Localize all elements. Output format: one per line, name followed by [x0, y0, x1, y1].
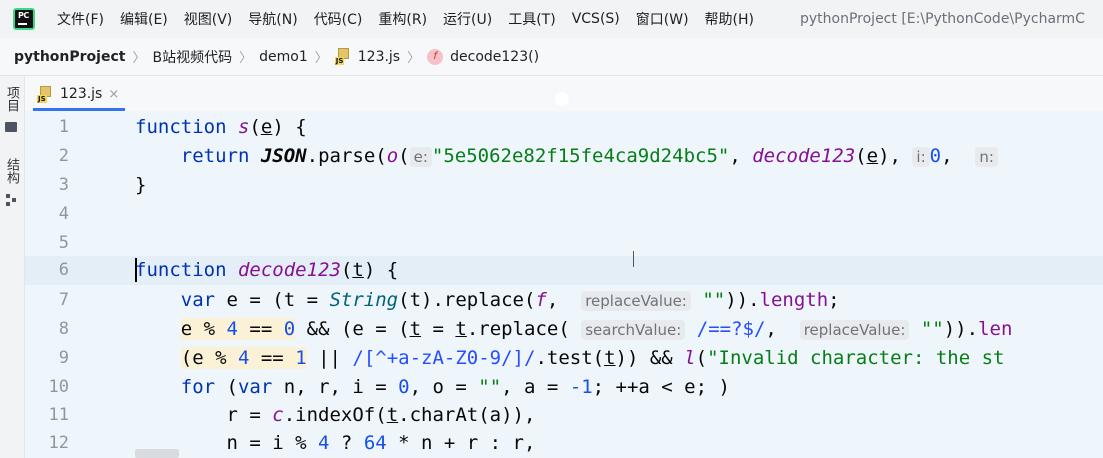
line-number: 5	[58, 233, 69, 253]
line-number: 6	[58, 260, 69, 280]
folder-icon	[5, 122, 17, 133]
line-number: 10	[48, 377, 69, 397]
line-number: 1	[58, 117, 69, 137]
code-text: for (var n, r, i = 0, o = "", a = -1; ++…	[180, 376, 730, 398]
chevron-right-icon: 〉	[132, 51, 146, 66]
menu-view[interactable]: 视图(V)	[184, 9, 233, 29]
menu-refactor[interactable]: 重构(R)	[378, 9, 427, 29]
line-number: 2	[58, 146, 69, 166]
menu-help[interactable]: 帮助(H)	[705, 9, 754, 29]
structure-tool-button[interactable]: 结构	[3, 158, 21, 207]
code-line: 8 e % 4 == 0 && (e = (t = t.replace( sea…	[25, 315, 1103, 344]
code-text: r = c.indexOf(t.charAt(a)),	[135, 404, 536, 426]
code-line: 3 }	[25, 171, 1103, 200]
code-line-current: 6 function decode123(t) {	[25, 256, 1103, 285]
js-file-icon: JS	[334, 48, 352, 65]
code-text: return JSON.parse(o(e: "5e5062e82f15fe4ca…	[135, 145, 998, 167]
code-editor[interactable]: 1 function s(e) { 2 return JSON.parse(o(…	[25, 111, 1103, 458]
breadcrumb: pythonProject 〉 B站视频代码 〉 demo1 〉 JS 123.…	[0, 38, 1103, 76]
menu-window[interactable]: 窗口(W)	[636, 9, 689, 29]
line-number: 8	[58, 319, 69, 339]
code-text: function decode123(t) {	[135, 259, 399, 281]
code-line: 5	[25, 229, 1103, 258]
code-text: (e % 4 == 1 || /[^+a-zA-Z0-9/]/.test(t))…	[180, 347, 1005, 369]
breadcrumb-folder[interactable]: B站视频代码	[152, 47, 232, 67]
menu-edit[interactable]: 编辑(E)	[120, 9, 168, 29]
line-number: 11	[48, 405, 69, 425]
line-number: 9	[58, 348, 69, 368]
menu-bar: PC 文件(F) 编辑(E) 视图(V) 导航(N) 代码(C) 重构(R) 运…	[0, 0, 1103, 38]
code-line: 1 function s(e) {	[25, 113, 1103, 142]
breadcrumb-function[interactable]: f decode123()	[427, 48, 540, 65]
function-icon: f	[427, 48, 444, 65]
window-title: pythonProject [E:\PythonCode\PycharmC	[800, 11, 1085, 27]
structure-icon	[6, 194, 16, 207]
structure-tool-label: 结构	[4, 158, 19, 184]
menu-vcs[interactable]: VCS(S)	[572, 11, 620, 27]
tab-123-js[interactable]: JS 123.js ×	[33, 80, 126, 111]
code-text: var e = (t = String(t).replace(f, replac…	[180, 289, 840, 311]
breadcrumb-function-label: decode123()	[450, 48, 540, 65]
project-tool-button[interactable]: 项目	[3, 86, 21, 133]
scroll-indicator	[555, 92, 569, 106]
code-text: function s(e) {	[135, 116, 307, 138]
mouse-text-caret	[633, 251, 634, 267]
chevron-right-icon: 〉	[407, 51, 421, 66]
menu-run[interactable]: 运行(U)	[443, 9, 492, 29]
tab-label: 123.js	[60, 86, 103, 102]
code-text: n = i % 4 ? 64 * n + r : r,	[135, 432, 536, 454]
line-number: 12	[48, 433, 69, 453]
code-text: }	[135, 174, 147, 196]
code-line: 11 r = c.indexOf(t.charAt(a)),	[25, 401, 1103, 430]
line-number: 4	[58, 204, 69, 224]
menu-navigate[interactable]: 导航(N)	[248, 9, 297, 29]
menu-code[interactable]: 代码(C)	[314, 9, 363, 29]
js-file-icon: JS	[37, 85, 54, 103]
line-number: 3	[58, 175, 69, 195]
breadcrumb-file[interactable]: JS 123.js	[334, 48, 401, 65]
code-line: 9 (e % 4 == 1 || /[^+a-zA-Z0-9/]/.test(t…	[25, 344, 1103, 373]
code-line: 4	[25, 200, 1103, 229]
breadcrumb-file-label: 123.js	[357, 48, 401, 65]
breadcrumb-subfolder[interactable]: demo1	[259, 49, 308, 65]
project-tool-label: 项目	[4, 86, 19, 112]
editor-tab-bar: JS 123.js ×	[25, 76, 1103, 111]
pycharm-logo-icon[interactable]: PC	[13, 8, 35, 30]
horizontal-scrollbar[interactable]	[135, 449, 179, 458]
code-line: 12 n = i % 4 ? 64 * n + r : r,	[25, 429, 1103, 458]
menu-file[interactable]: 文件(F)	[57, 9, 104, 29]
code-line: 10 for (var n, r, i = 0, o = "", a = -1;…	[25, 373, 1103, 402]
code-line: 7 var e = (t = String(t).replace(f, repl…	[25, 286, 1103, 315]
menu-tools[interactable]: 工具(T)	[508, 9, 555, 29]
chevron-right-icon: 〉	[239, 51, 253, 66]
code-text: e % 4 == 0 && (e = (t = t.replace( searc…	[180, 318, 1013, 340]
close-icon[interactable]: ×	[108, 87, 119, 102]
chevron-right-icon: 〉	[314, 51, 328, 66]
tool-window-strip: 项目 结构	[0, 76, 25, 458]
code-line: 2 return JSON.parse(o(e: "5e5062e82f15fe4…	[25, 142, 1103, 171]
line-number: 7	[58, 290, 69, 310]
breadcrumb-project[interactable]: pythonProject	[14, 49, 125, 65]
